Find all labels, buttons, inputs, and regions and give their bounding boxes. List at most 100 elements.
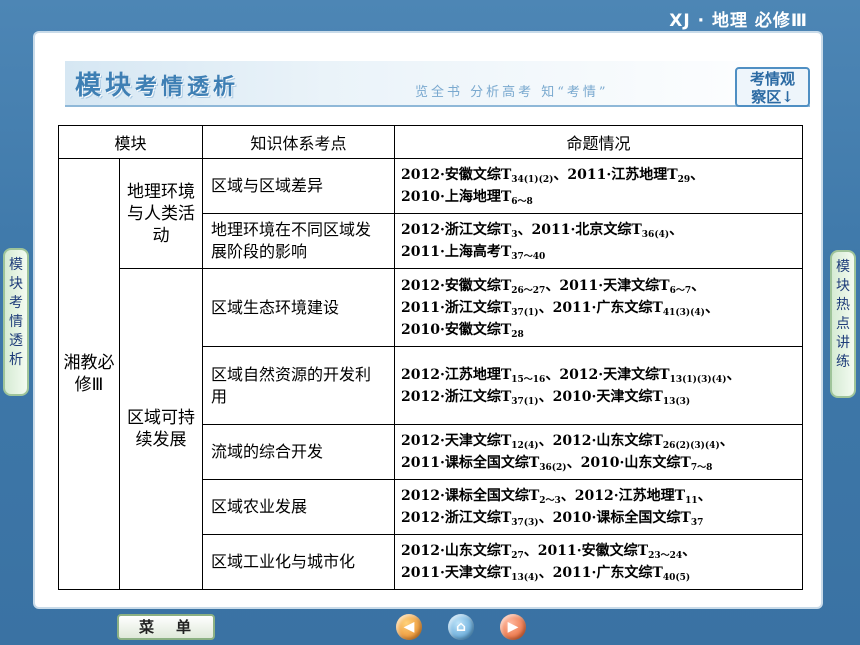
exam-source: 、2011·广东文综T xyxy=(538,565,663,581)
knowledge-point-cell: 区域农业发展 xyxy=(202,479,395,535)
exam-source: 、2011·广东文综T xyxy=(538,299,663,316)
exam-source: 、 xyxy=(697,488,712,504)
exam-source: 2012·山东文综T xyxy=(401,543,512,559)
exam-source: 、2011·北京文综T xyxy=(517,222,642,238)
group-cell: 地理环境与人类活动 xyxy=(119,158,203,269)
exam-line: 2011·天津文综T13(4)、2011·广东文综T40(5) xyxy=(401,562,796,584)
question-number: 2～3 xyxy=(539,496,561,506)
next-arrow-icon[interactable]: ▶ xyxy=(500,614,526,640)
exam-source: 、2012·天津文综T xyxy=(545,366,670,383)
observation-line2: 察区↓ xyxy=(751,88,794,106)
exam-line: 2010·安徽文综T28 xyxy=(401,319,796,341)
exam-source: 2012·浙江文综T xyxy=(401,388,512,405)
exam-line: 2012·安徽文综T34(1)(2)、2011·江苏地理T29、 xyxy=(401,164,796,186)
menu-button[interactable]: 菜单 xyxy=(117,614,215,640)
exam-source: 、 xyxy=(719,433,734,449)
observation-line1: 考情观 xyxy=(749,70,795,88)
question-number: 27 xyxy=(511,551,524,561)
exam-source: 、2011·江苏地理T xyxy=(553,167,678,183)
table-header-row: 模块 知识体系考点 命题情况 xyxy=(58,125,803,159)
section-title: 模块考情透析 xyxy=(75,65,239,102)
exam-situation-cell: 2012·山东文综T27、2011·安徽文综T23～24、 2011·天津文综T1… xyxy=(394,534,803,590)
question-number: 34(1)(2) xyxy=(511,175,554,185)
home-icon[interactable]: ⌂ xyxy=(448,614,474,640)
tab-module-hotspot-practice[interactable]: 模块热点讲练 xyxy=(830,250,856,398)
table-row: 湘教必修Ⅲ 地理环境与人类活动 区域与区域差异 2012·安徽文综T34(1)(2)、… xyxy=(58,158,803,590)
exam-line: 2012·安徽文综T26～27、2011·天津文综T6～7、 xyxy=(401,275,796,297)
course-label: XJ · 地理 必修Ⅲ xyxy=(669,11,808,31)
exam-situation-cell: 2012·浙江文综T3、2011·北京文综T36(4)、 2011·上海高考T37… xyxy=(394,213,803,269)
question-number: 13(1)(3)(4) xyxy=(669,374,727,385)
question-number: 37(1) xyxy=(511,307,539,318)
question-number: 37 xyxy=(690,518,704,528)
exam-source: 、 xyxy=(691,277,706,294)
exam-source: 2011·天津文综T xyxy=(401,565,512,581)
exam-source: 、2010·课标全国文综T xyxy=(538,510,691,526)
exam-source: 、2012·江苏地理T xyxy=(560,488,686,504)
question-number: 23～24 xyxy=(648,551,683,561)
exam-situation-cell: 2012·安徽文综T34(1)(2)、2011·江苏地理T29、 2010·上海地… xyxy=(394,158,803,214)
exam-source: 、 xyxy=(682,543,697,559)
header-exam-situation: 命题情况 xyxy=(394,125,803,159)
exam-source: 2012·江苏地理T xyxy=(401,366,512,383)
question-number: 41(3)(4) xyxy=(662,307,705,318)
exam-source: 2012·浙江文综T xyxy=(401,222,512,238)
tab-module-exam-analysis[interactable]: 模块考情透析 xyxy=(3,248,29,396)
exam-situation-cell: 2012·课标全国文综T2～3、2012·江苏地理T11、 2012·浙江文综T3… xyxy=(394,479,803,535)
exam-source: 、2011·安徽文综T xyxy=(523,543,649,559)
question-number: 26～27 xyxy=(511,285,546,296)
question-number: 40(5) xyxy=(662,573,691,583)
question-number: 7～8 xyxy=(690,463,713,473)
exam-source: 、 xyxy=(690,167,705,183)
knowledge-point-cell: 区域与区域差异 xyxy=(202,158,395,214)
exam-source: 、 xyxy=(726,366,741,383)
exam-source: 2010·上海地理T xyxy=(401,189,512,205)
question-number: 37(1) xyxy=(511,396,539,407)
exam-line: 2012·浙江文综T37(3)、2010·课标全国文综T37 xyxy=(401,507,796,529)
exam-source: 2012·天津文综T xyxy=(401,433,512,449)
question-number: 15～16 xyxy=(511,374,546,385)
exam-source: 、2010·天津文综T xyxy=(538,388,663,405)
exam-line: 2011·课标全国文综T36(2)、2010·山东文综T7～8 xyxy=(401,452,796,474)
section-title-part2: 考情透析 xyxy=(135,74,240,100)
knowledge-point-cell: 区域自然资源的开发利用 xyxy=(202,346,395,425)
knowledge-point-cell: 流域的综合开发 xyxy=(202,424,395,480)
exam-source: 、2011·天津文综T xyxy=(545,277,670,294)
module-cell: 湘教必修Ⅲ xyxy=(58,158,120,590)
question-number: 29 xyxy=(677,175,691,185)
question-number: 37(3) xyxy=(511,518,539,528)
knowledge-point-cell: 区域生态环境建设 xyxy=(202,268,395,347)
prev-arrow-icon[interactable]: ◀ xyxy=(396,614,422,640)
exam-line: 2010·上海地理T6～8 xyxy=(401,186,796,208)
exam-line: 2012·浙江文综T3、2011·北京文综T36(4)、 xyxy=(401,219,796,241)
exam-source: 2012·浙江文综T xyxy=(401,510,512,526)
knowledge-point-cell: 区域工业化与城市化 xyxy=(202,534,395,590)
exam-source: 、 xyxy=(669,222,684,238)
table-row: 区域可持续发展 区域生态环境建设 2012·安徽文综T26～27、2011·天津文综… xyxy=(59,268,803,590)
exam-line: 2012·山东文综T27、2011·安徽文综T23～24、 xyxy=(401,540,796,562)
exam-source: 2011·课标全国文综T xyxy=(401,455,540,471)
header-module: 模块 xyxy=(58,125,203,159)
exam-situation-cell: 2012·江苏地理T15～16、2012·天津文综T13(1)(3)(4)、 20… xyxy=(394,346,803,425)
question-number: 36(4) xyxy=(641,230,670,240)
question-number: 6～8 xyxy=(511,197,533,207)
exam-analysis-table: 模块 知识体系考点 命题情况 湘教必修Ⅲ 地理环境与人类活动 区域与区域差异 2012… xyxy=(58,125,803,590)
knowledge-point-cell: 地理环境在不同区域发展阶段的影响 xyxy=(202,213,395,269)
exam-observation-button[interactable]: 考情观 察区↓ xyxy=(735,67,810,107)
section-title-part1: 模块 xyxy=(75,71,136,101)
question-number: 13(3) xyxy=(662,396,691,407)
exam-source: 、 xyxy=(704,299,719,316)
question-number: 12(4) xyxy=(511,441,539,451)
question-number: 6～7 xyxy=(669,285,692,296)
exam-source: 2010·安徽文综T xyxy=(401,321,512,338)
exam-source: 2011·上海高考T xyxy=(401,244,512,260)
exam-source: 、2010·山东文综T xyxy=(566,455,691,471)
exam-source: 、2012·山东文综T xyxy=(538,433,663,449)
question-number: 37～40 xyxy=(511,252,546,262)
question-number: 11 xyxy=(685,496,698,506)
header-knowledge-point: 知识体系考点 xyxy=(202,125,395,159)
question-number: 28 xyxy=(511,329,524,340)
question-number: 26(2)(3)(4) xyxy=(662,441,720,451)
exam-line: 2012·浙江文综T37(1)、2010·天津文综T13(3) xyxy=(401,386,796,408)
exam-source: 2011·浙江文综T xyxy=(401,299,512,316)
